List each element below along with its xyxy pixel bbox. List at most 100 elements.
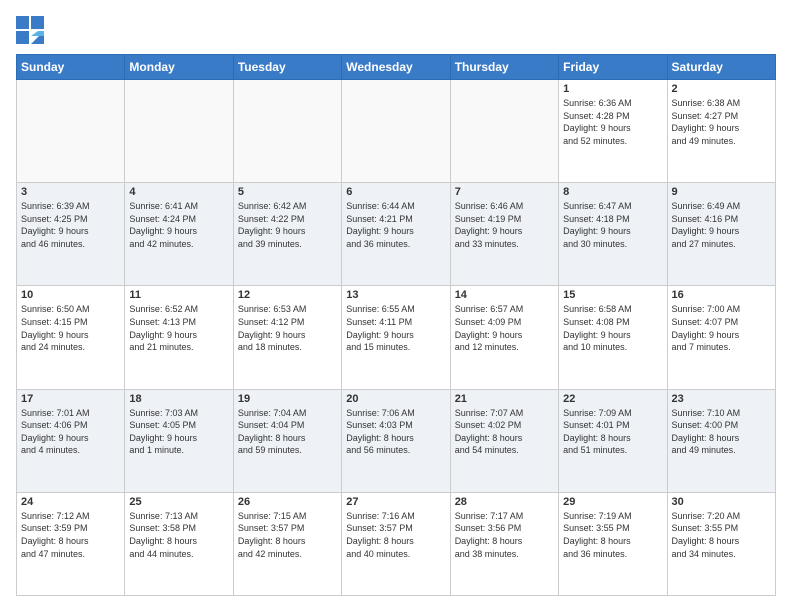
day-number: 1 xyxy=(563,83,662,95)
day-info: Sunrise: 7:19 AMSunset: 3:55 PMDaylight:… xyxy=(563,510,662,560)
day-number: 4 xyxy=(129,186,228,198)
day-number: 15 xyxy=(563,289,662,301)
calendar-cell: 17 Sunrise: 7:01 AMSunset: 4:06 PMDayligh… xyxy=(17,389,125,492)
calendar-cell: 28 Sunrise: 7:17 AMSunset: 3:56 PMDayligh… xyxy=(450,492,558,595)
calendar-cell: 26 Sunrise: 7:15 AMSunset: 3:57 PMDayligh… xyxy=(233,492,341,595)
calendar-cell xyxy=(450,80,558,183)
day-info: Sunrise: 7:17 AMSunset: 3:56 PMDaylight:… xyxy=(455,510,554,560)
calendar-cell: 14Sunrise: 6:57 AMSunset: 4:09 PMDayligh… xyxy=(450,286,558,389)
calendar-header-sunday: Sunday xyxy=(17,55,125,80)
day-info: Sunrise: 7:03 AMSunset: 4:05 PMDaylight:… xyxy=(129,407,228,457)
day-info: Sunrise: 7:06 AMSunset: 4:03 PMDaylight:… xyxy=(346,407,445,457)
calendar-header-wednesday: Wednesday xyxy=(342,55,450,80)
calendar-cell: 6 Sunrise: 6:44 AMSunset: 4:21 PMDaylight… xyxy=(342,183,450,286)
calendar-cell: 30 Sunrise: 7:20 AMSunset: 3:55 PMDayligh… xyxy=(667,492,775,595)
day-number: 11 xyxy=(129,289,228,301)
day-info: Sunrise: 6:57 AMSunset: 4:09 PMDaylight:… xyxy=(455,303,554,353)
day-info: Sunrise: 7:20 AMSunset: 3:55 PMDaylight:… xyxy=(672,510,771,560)
calendar-cell xyxy=(233,80,341,183)
calendar-week-5: 24 Sunrise: 7:12 AMSunset: 3:59 PMDayligh… xyxy=(17,492,776,595)
day-number: 18 xyxy=(129,393,228,405)
calendar-week-2: 3 Sunrise: 6:39 AMSunset: 4:25 PMDaylight… xyxy=(17,183,776,286)
day-info: Sunrise: 6:38 AMSunset: 4:27 PMDaylight:… xyxy=(672,97,771,147)
day-number: 28 xyxy=(455,496,554,508)
day-number: 2 xyxy=(672,83,771,95)
page: SundayMondayTuesdayWednesdayThursdayFrid… xyxy=(0,0,792,612)
day-info: Sunrise: 7:15 AMSunset: 3:57 PMDaylight:… xyxy=(238,510,337,560)
day-number: 6 xyxy=(346,186,445,198)
day-info: Sunrise: 6:36 AMSunset: 4:28 PMDaylight:… xyxy=(563,97,662,147)
day-info: Sunrise: 6:47 AMSunset: 4:18 PMDaylight:… xyxy=(563,200,662,250)
day-info: Sunrise: 6:46 AMSunset: 4:19 PMDaylight:… xyxy=(455,200,554,250)
day-number: 29 xyxy=(563,496,662,508)
day-info: Sunrise: 7:16 AMSunset: 3:57 PMDaylight:… xyxy=(346,510,445,560)
calendar-cell xyxy=(17,80,125,183)
calendar-cell xyxy=(125,80,233,183)
calendar-header-row: SundayMondayTuesdayWednesdayThursdayFrid… xyxy=(17,55,776,80)
day-info: Sunrise: 6:50 AMSunset: 4:15 PMDaylight:… xyxy=(21,303,120,353)
calendar-header-tuesday: Tuesday xyxy=(233,55,341,80)
calendar-cell: 20 Sunrise: 7:06 AMSunset: 4:03 PMDayligh… xyxy=(342,389,450,492)
calendar-cell: 29 Sunrise: 7:19 AMSunset: 3:55 PMDayligh… xyxy=(559,492,667,595)
day-info: Sunrise: 7:01 AMSunset: 4:06 PMDaylight:… xyxy=(21,407,120,457)
calendar-header-friday: Friday xyxy=(559,55,667,80)
day-info: Sunrise: 6:53 AMSunset: 4:12 PMDaylight:… xyxy=(238,303,337,353)
calendar-cell: 2 Sunrise: 6:38 AMSunset: 4:27 PMDaylight… xyxy=(667,80,775,183)
day-number: 23 xyxy=(672,393,771,405)
calendar-cell: 16Sunrise: 7:00 AMSunset: 4:07 PMDayligh… xyxy=(667,286,775,389)
calendar-cell: 9 Sunrise: 6:49 AMSunset: 4:16 PMDaylight… xyxy=(667,183,775,286)
day-info: Sunrise: 7:12 AMSunset: 3:59 PMDaylight:… xyxy=(21,510,120,560)
calendar-cell: 12Sunrise: 6:53 AMSunset: 4:12 PMDayligh… xyxy=(233,286,341,389)
day-number: 20 xyxy=(346,393,445,405)
logo xyxy=(16,16,48,44)
calendar-cell: 22 Sunrise: 7:09 AMSunset: 4:01 PMDayligh… xyxy=(559,389,667,492)
day-number: 24 xyxy=(21,496,120,508)
day-number: 21 xyxy=(455,393,554,405)
day-info: Sunrise: 6:52 AMSunset: 4:13 PMDaylight:… xyxy=(129,303,228,353)
calendar-cell: 25 Sunrise: 7:13 AMSunset: 3:58 PMDayligh… xyxy=(125,492,233,595)
calendar-cell: 7 Sunrise: 6:46 AMSunset: 4:19 PMDaylight… xyxy=(450,183,558,286)
day-info: Sunrise: 6:55 AMSunset: 4:11 PMDaylight:… xyxy=(346,303,445,353)
calendar-week-1: 1 Sunrise: 6:36 AMSunset: 4:28 PMDaylight… xyxy=(17,80,776,183)
day-info: Sunrise: 6:49 AMSunset: 4:16 PMDaylight:… xyxy=(672,200,771,250)
calendar-cell: 21 Sunrise: 7:07 AMSunset: 4:02 PMDayligh… xyxy=(450,389,558,492)
day-info: Sunrise: 6:39 AMSunset: 4:25 PMDaylight:… xyxy=(21,200,120,250)
day-number: 3 xyxy=(21,186,120,198)
calendar-cell: 18 Sunrise: 7:03 AMSunset: 4:05 PMDayligh… xyxy=(125,389,233,492)
day-info: Sunrise: 6:58 AMSunset: 4:08 PMDaylight:… xyxy=(563,303,662,353)
calendar-cell: 23 Sunrise: 7:10 AMSunset: 4:00 PMDayligh… xyxy=(667,389,775,492)
day-number: 19 xyxy=(238,393,337,405)
day-info: Sunrise: 7:09 AMSunset: 4:01 PMDaylight:… xyxy=(563,407,662,457)
day-info: Sunrise: 6:44 AMSunset: 4:21 PMDaylight:… xyxy=(346,200,445,250)
day-number: 5 xyxy=(238,186,337,198)
calendar-cell: 11 Sunrise: 6:52 AMSunset: 4:13 PMDayligh… xyxy=(125,286,233,389)
day-number: 17 xyxy=(21,393,120,405)
day-number: 10 xyxy=(21,289,120,301)
day-number: 25 xyxy=(129,496,228,508)
calendar-cell: 19 Sunrise: 7:04 AMSunset: 4:04 PMDayligh… xyxy=(233,389,341,492)
day-info: Sunrise: 7:10 AMSunset: 4:00 PMDaylight:… xyxy=(672,407,771,457)
day-number: 9 xyxy=(672,186,771,198)
day-number: 13 xyxy=(346,289,445,301)
logo-icon xyxy=(16,16,44,44)
day-info: Sunrise: 6:41 AMSunset: 4:24 PMDaylight:… xyxy=(129,200,228,250)
calendar-table: SundayMondayTuesdayWednesdayThursdayFrid… xyxy=(16,54,776,596)
day-info: Sunrise: 7:04 AMSunset: 4:04 PMDaylight:… xyxy=(238,407,337,457)
calendar-cell: 3 Sunrise: 6:39 AMSunset: 4:25 PMDaylight… xyxy=(17,183,125,286)
calendar-cell: 8Sunrise: 6:47 AMSunset: 4:18 PMDaylight… xyxy=(559,183,667,286)
day-number: 27 xyxy=(346,496,445,508)
calendar-cell: 24 Sunrise: 7:12 AMSunset: 3:59 PMDayligh… xyxy=(17,492,125,595)
day-info: Sunrise: 7:07 AMSunset: 4:02 PMDaylight:… xyxy=(455,407,554,457)
calendar-cell: 5 Sunrise: 6:42 AMSunset: 4:22 PMDaylight… xyxy=(233,183,341,286)
day-number: 22 xyxy=(563,393,662,405)
day-number: 7 xyxy=(455,186,554,198)
day-number: 30 xyxy=(672,496,771,508)
calendar-cell: 13 Sunrise: 6:55 AMSunset: 4:11 PMDayligh… xyxy=(342,286,450,389)
day-number: 26 xyxy=(238,496,337,508)
day-info: Sunrise: 6:42 AMSunset: 4:22 PMDaylight:… xyxy=(238,200,337,250)
calendar-header-monday: Monday xyxy=(125,55,233,80)
calendar-cell: 15 Sunrise: 6:58 AMSunset: 4:08 PMDayligh… xyxy=(559,286,667,389)
calendar-cell xyxy=(342,80,450,183)
calendar-header-saturday: Saturday xyxy=(667,55,775,80)
day-info: Sunrise: 7:13 AMSunset: 3:58 PMDaylight:… xyxy=(129,510,228,560)
